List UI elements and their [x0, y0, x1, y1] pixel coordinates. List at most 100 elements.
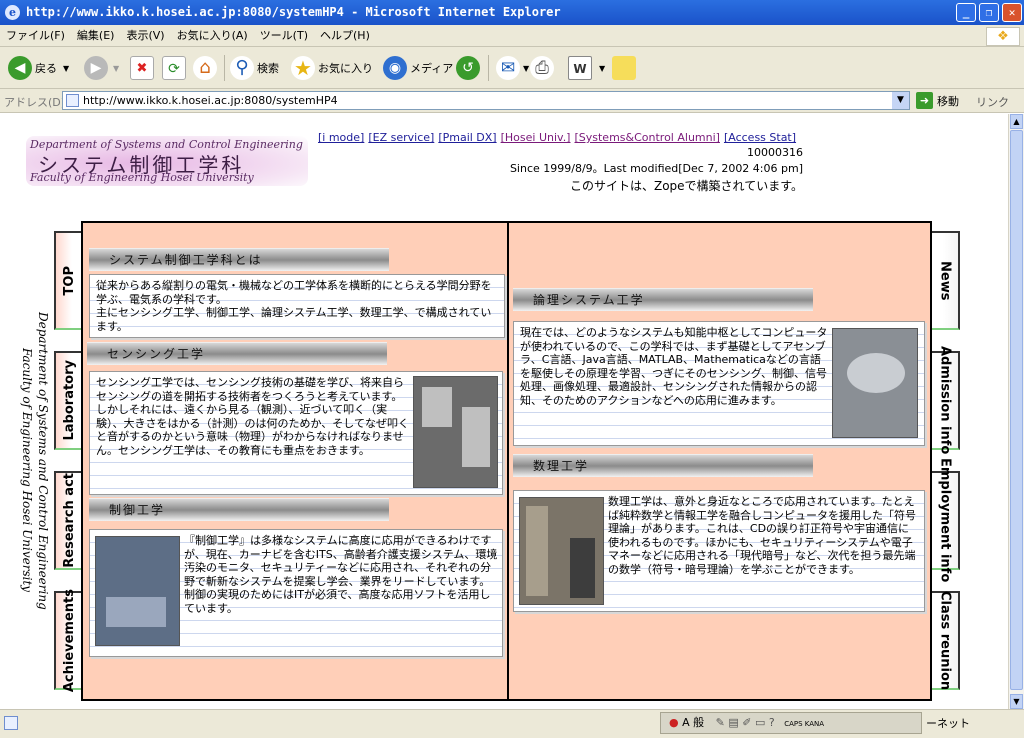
- chevron-down-icon[interactable]: ▼: [63, 64, 69, 73]
- address-label: アドレス(D): [4, 96, 66, 109]
- tab-news[interactable]: News: [930, 231, 960, 330]
- ime-icon: ●: [669, 716, 679, 729]
- section-title-math: 数理工学: [513, 454, 813, 477]
- chevron-down-icon[interactable]: ▼: [892, 92, 909, 109]
- tab-research-act[interactable]: Research act: [54, 471, 84, 570]
- vertical-scrollbar[interactable]: ▲ ▼: [1008, 114, 1024, 709]
- go-arrow-icon: ➜: [916, 92, 933, 109]
- refresh-icon: ⟳: [162, 56, 186, 80]
- tab-top[interactable]: TOP: [54, 231, 84, 330]
- control-box: 『制御工学』は多様なシステムに高度に応用ができるわけですが、現在、カーナビを含む…: [89, 529, 503, 657]
- go-button[interactable]: ➜ 移動: [916, 92, 959, 109]
- star-icon: ★: [291, 56, 315, 80]
- main-board: システム制御工学科とは 従来からある縦割りの電気・機械などの工学体系を横断的にと…: [81, 221, 932, 701]
- math-box: 数理工学は、意外と身近なところで応用されています。たとえば純粋数学と情報工学を融…: [513, 490, 925, 612]
- media-icon: ◉: [383, 56, 407, 80]
- page-icon: [66, 94, 79, 107]
- status-bar: ● A 般 ✎ ▤ ✐ ▭ ? CAPS KANA ーネット: [0, 709, 1024, 738]
- close-button[interactable]: ✕: [1002, 3, 1022, 22]
- link-pmail-dx[interactable]: [Pmail DX]: [438, 131, 496, 144]
- ime-tools-icon: ✎ ▤ ✐ ▭ ?: [715, 716, 775, 729]
- access-counter: 10000316: [747, 146, 803, 159]
- ie-icon: e: [5, 5, 20, 20]
- menu-edit[interactable]: 編集(E): [71, 25, 121, 47]
- about-text: 従来からある縦割りの電気・機械などの工学体系を横断的にとらえる学問分野を学ぶ、電…: [89, 274, 505, 338]
- security-zone: ーネット: [926, 717, 970, 730]
- tab-employment-info[interactable]: Employment info: [930, 458, 960, 583]
- search-icon: ⚲: [230, 56, 254, 80]
- control-text: 『制御工学』は多様なシステムに高度に応用ができるわけですが、現在、カーナビを含む…: [184, 534, 498, 615]
- window-title: http://www.ikko.k.hosei.ac.jp:8080/syste…: [26, 5, 561, 19]
- search-button[interactable]: ⚲ 検索: [230, 54, 279, 82]
- note-icon: [612, 56, 636, 80]
- scroll-thumb[interactable]: [1010, 130, 1023, 690]
- menu-help[interactable]: ヘルプ(H): [314, 25, 376, 47]
- link-alumni[interactable]: [Systems&Control Alumni]: [574, 131, 719, 144]
- scroll-down-icon[interactable]: ▼: [1010, 694, 1023, 709]
- restore-button[interactable]: ❐: [979, 3, 999, 22]
- logic-box: 現在では、どのようなシステムも知能中枢としてコンピュータが使われているので、この…: [513, 321, 925, 446]
- tab-admission-info[interactable]: Admission info: [930, 346, 960, 455]
- section-title-sensing: センシング工学: [87, 342, 387, 365]
- logic-text: 現在では、どのようなシステムも知能中枢としてコンピュータが使われているので、この…: [520, 326, 828, 407]
- menu-bar: ファイル(F) 編集(E) 表示(V) お気に入り(A) ツール(T) ヘルプ(H): [0, 25, 1024, 47]
- edit-button[interactable]: W ▼: [568, 54, 605, 82]
- scroll-up-icon[interactable]: ▲: [1010, 114, 1023, 129]
- mail-button[interactable]: ✉ ▼: [496, 54, 529, 82]
- favorites-button[interactable]: ★ お気に入り: [291, 54, 373, 82]
- section-title-logic: 論理システム工学: [513, 288, 813, 311]
- zope-notice: このサイトは、Zopeで構築されています。: [569, 179, 803, 193]
- column-divider: [507, 223, 509, 699]
- math-text: 数理工学は、意外と身近なところで応用されています。たとえば純粋数学と情報工学を融…: [608, 495, 916, 576]
- forward-arrow-icon: ▶: [84, 56, 108, 80]
- chevron-down-icon[interactable]: ▼: [113, 64, 119, 73]
- title-bar: e http://www.ikko.k.hosei.ac.jp:8080/sys…: [0, 0, 1024, 25]
- ime-toolbar[interactable]: ● A 般 ✎ ▤ ✐ ▭ ? CAPS KANA: [660, 712, 922, 734]
- refresh-button[interactable]: ⟳: [162, 54, 189, 82]
- media-button[interactable]: ◉ メディア: [383, 54, 453, 82]
- address-input[interactable]: http://www.ikko.k.hosei.ac.jp:8080/syste…: [62, 91, 910, 110]
- address-url: http://www.ikko.k.hosei.ac.jp:8080/syste…: [83, 94, 338, 107]
- forward-button[interactable]: ▶ ▼: [84, 54, 119, 82]
- print-icon: ⎙: [530, 56, 554, 80]
- link-imode[interactable]: [i mode]: [318, 131, 364, 144]
- address-bar: アドレス(D) http://www.ikko.k.hosei.ac.jp:80…: [0, 89, 1024, 113]
- print-button[interactable]: ⎙: [530, 54, 557, 82]
- menu-favorites[interactable]: お気に入り(A): [171, 25, 254, 47]
- menu-view[interactable]: 表示(V): [120, 25, 170, 47]
- page-status-icon: [4, 716, 18, 730]
- page-content: Department of Systems and Control Engine…: [0, 114, 1008, 709]
- link-ez-service[interactable]: [EZ service]: [368, 131, 434, 144]
- chevron-down-icon[interactable]: ▼: [599, 64, 605, 73]
- tab-achievements[interactable]: Achievements: [54, 589, 84, 692]
- link-hosei-univ[interactable]: [Hosei Univ.]: [501, 131, 571, 144]
- word-icon: W: [568, 56, 592, 80]
- section-title-control: 制御工学: [89, 498, 389, 521]
- tab-laboratory[interactable]: Laboratory: [54, 351, 84, 450]
- header-links: [i mode] [EZ service] [Pmail DX] [Hosei Uni…: [318, 131, 800, 144]
- sensing-lab-photo: [413, 376, 498, 488]
- menu-file[interactable]: ファイル(F): [0, 25, 71, 47]
- mail-icon: ✉: [496, 56, 520, 80]
- section-title-about: システム制御工学科とは: [89, 248, 389, 271]
- chevron-down-icon[interactable]: ▼: [523, 64, 529, 73]
- library-photo: [519, 497, 604, 605]
- back-arrow-icon: ◀: [8, 56, 32, 80]
- home-button[interactable]: ⌂: [193, 54, 220, 82]
- messenger-button[interactable]: [612, 54, 639, 82]
- links-button[interactable]: リンク: [976, 94, 1009, 110]
- back-button[interactable]: ◀ 戻る ▼: [8, 54, 69, 82]
- windows-flag-icon: ❖: [986, 27, 1020, 46]
- sensing-box: センシング工学では、センシング技術の基礎を学び、将来自らセンシングの道を開拓する…: [89, 371, 503, 495]
- stop-button[interactable]: ✖: [130, 54, 157, 82]
- department-logo[interactable]: Department of Systems and Control Engine…: [26, 136, 308, 186]
- tab-class-reunion[interactable]: Class reunion: [930, 591, 960, 690]
- menu-tools[interactable]: ツール(T): [254, 25, 314, 47]
- history-button[interactable]: ↺: [456, 54, 483, 82]
- robot-photo: [832, 328, 918, 438]
- stop-icon: ✖: [130, 56, 154, 80]
- link-access-stat[interactable]: [Access Stat]: [724, 131, 796, 144]
- history-icon: ↺: [456, 56, 480, 80]
- minimize-button[interactable]: _: [956, 3, 976, 22]
- toolbar: ◀ 戻る ▼ ▶ ▼ ✖ ⟳ ⌂ ⚲ 検索 ★ お気に入り ◉ メディア ↺ ✉ ▼ ⎙ W ▼: [0, 47, 1024, 89]
